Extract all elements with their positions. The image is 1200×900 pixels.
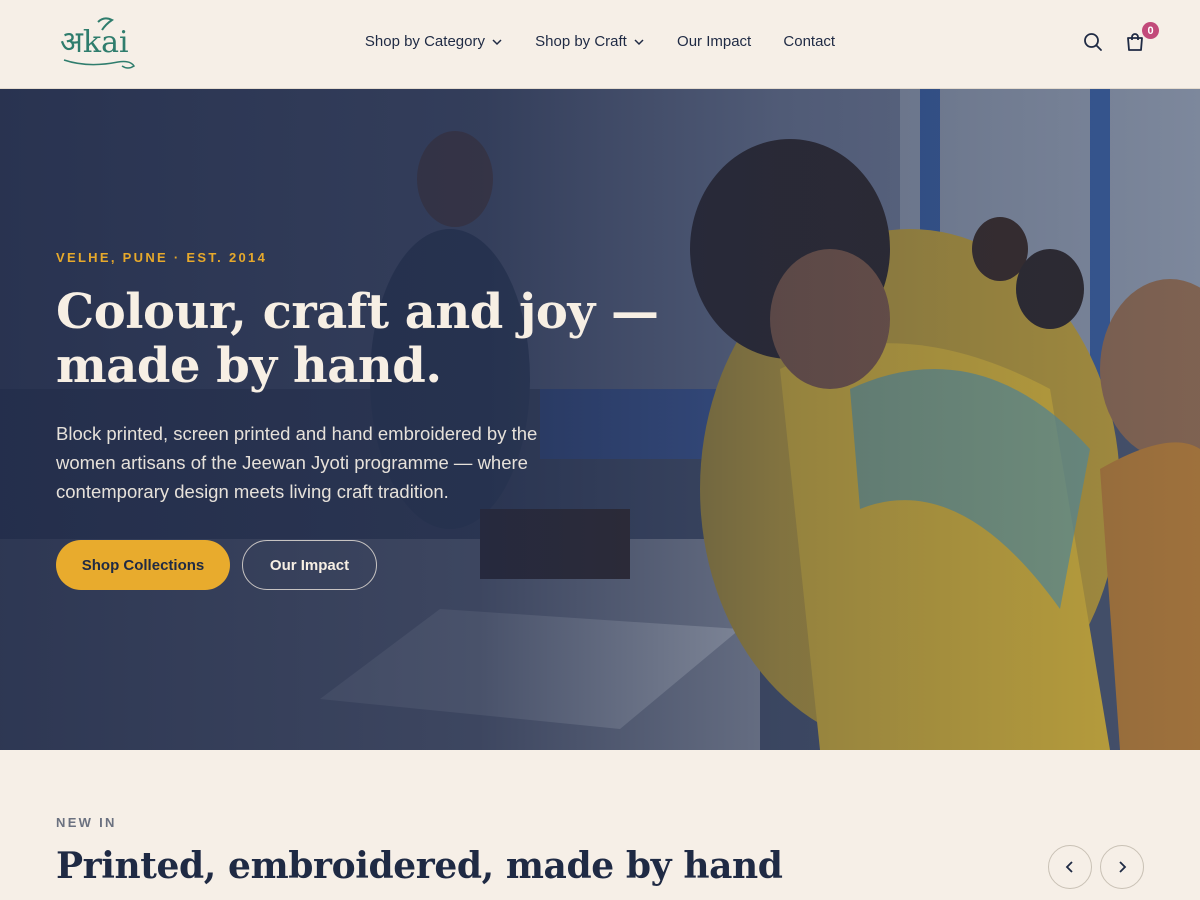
hero-description: Block printed, screen printed and hand e… <box>56 423 538 502</box>
search-button[interactable] <box>1082 31 1104 53</box>
header-actions: 0 <box>1082 22 1159 53</box>
cart-count-badge: 0 <box>1142 22 1159 39</box>
cart-button[interactable]: 0 <box>1124 22 1159 53</box>
carousel-prev-button[interactable] <box>1048 845 1092 889</box>
main-nav: Shop by Category Shop by Craft Our Impac… <box>0 33 1200 50</box>
chevron-down-icon <box>492 38 502 45</box>
nav-shop-by-craft[interactable]: Shop by Craft <box>535 33 645 50</box>
our-impact-button[interactable]: Our Impact <box>242 540 377 590</box>
hero-section: VELHE, PUNE · EST. 2014 Colour, craft an… <box>0 89 1200 750</box>
carousel-next-button[interactable] <box>1100 845 1144 889</box>
nav-contact[interactable]: Contact <box>783 33 835 50</box>
nav-our-impact[interactable]: Our Impact <box>677 33 751 50</box>
chevron-down-icon <box>634 38 644 45</box>
nav-label: Shop by Category <box>364 33 485 50</box>
nav-label: Shop by Craft <box>535 33 627 50</box>
hero-title: Colour, craft and joy — made by hand. <box>56 284 659 394</box>
chevron-right-icon <box>1119 861 1127 873</box>
nav-label: Contact <box>783 33 836 50</box>
nav-label: Our Impact <box>677 33 752 50</box>
new-in-eyebrow: NEW IN <box>56 815 117 830</box>
new-in-title: Printed, embroidered, made by hand <box>56 845 783 887</box>
site-header: अkai Shop by Category Shop by Craft Our … <box>0 0 1200 89</box>
shop-collections-button[interactable]: Shop Collections <box>56 540 230 590</box>
nav-shop-by-category[interactable]: Shop by Category <box>365 33 503 50</box>
hero-eyebrow: VELHE, PUNE · EST. 2014 <box>56 250 268 265</box>
chevron-left-icon <box>1065 861 1073 873</box>
search-icon <box>1084 33 1102 51</box>
